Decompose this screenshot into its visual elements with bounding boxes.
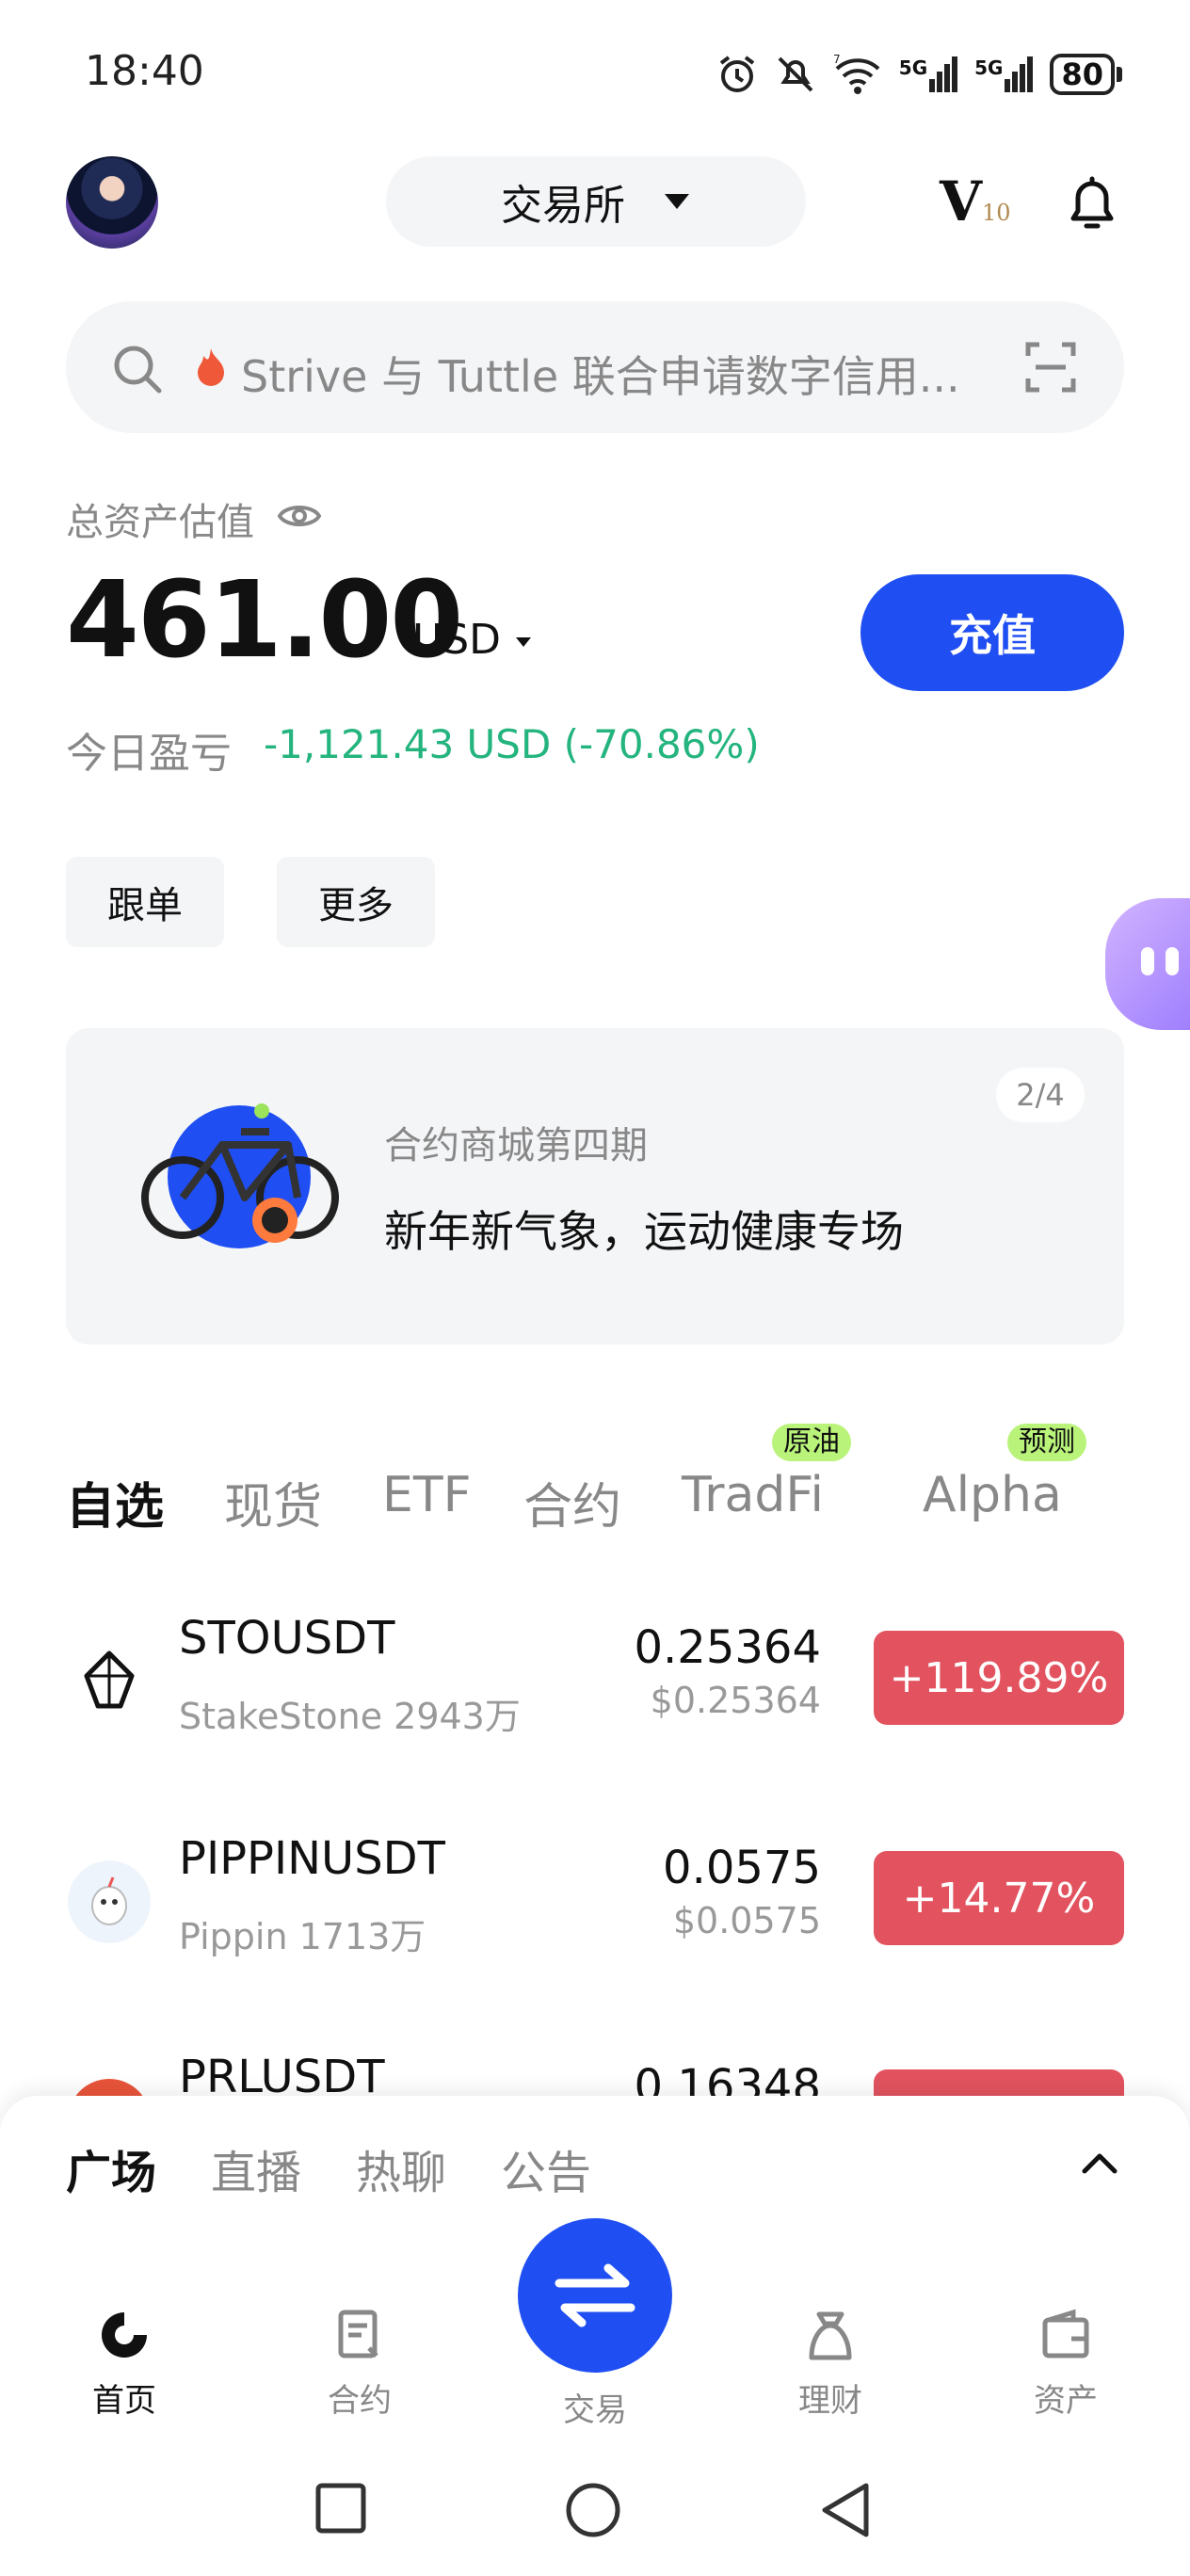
pippin-coin-icon [68,1860,151,1943]
scan-icon[interactable] [1024,341,1077,394]
banner-pager: 2/4 [996,1068,1085,1122]
market-row[interactable]: PIPPINUSDT Pippin 1713万 0.0575 $0.0575 +… [0,1821,1190,1981]
swap-arrows-icon [555,2263,635,2327]
home-circle-icon[interactable] [565,2482,621,2538]
wifi-icon: 7 [833,54,880,94]
row-change-badge[interactable]: +119.89% [874,1631,1124,1725]
stakestone-coin-icon [68,1640,151,1723]
nav-assets-label: 资产 [1034,2382,1098,2420]
nav-futures[interactable]: 合约 [284,2307,435,2421]
exchange-label: 交易所 [501,182,625,230]
alpha-badge: 预测 [1007,1424,1086,1461]
more-button[interactable]: 更多 [277,857,435,947]
row-symbol: PIPPINUSDT [179,1832,445,1885]
status-icons: 7 5G 5G 80 [716,51,1122,98]
banner-title: 新年新气象，运动健康专场 [384,1206,904,1257]
nav-home[interactable]: 首页 [49,2307,200,2421]
row-price-usd: $0.25364 [650,1680,821,1721]
nav-trade-label: 交易 [563,2391,627,2429]
row-price: 0.0575 [663,1842,821,1894]
caret-down-icon [665,194,689,209]
home-icon [102,2312,147,2358]
total-assets-value: 461.00 [66,559,463,682]
nav-earn[interactable]: 理财 [755,2307,906,2421]
market-row[interactable]: STOUSDT StakeStone 2943万 0.25364 $0.2536… [0,1601,1190,1761]
nav-earn-label: 理财 [798,2382,862,2420]
signal-5g-b: 5G [974,56,1034,92]
search-hint: Strive 与 Tuttle 联合申请数字信用... [241,351,960,402]
nav-futures-label: 合约 [328,2382,392,2420]
banner-subtitle: 合约商城第四期 [384,1124,648,1167]
bicycle-illustration [141,1103,339,1248]
earn-icon [809,2311,852,2360]
row-price-usd: $0.0575 [672,1900,821,1941]
pnl-label: 今日盈亏 [66,730,232,778]
svg-text:7: 7 [833,54,841,66]
feed-tab-live[interactable]: 直播 [211,2135,301,2201]
copy-trading-button[interactable]: 跟单 [66,857,224,947]
bell-icon[interactable] [1064,173,1120,233]
tab-favorites[interactable]: 自选 [66,1467,164,1538]
deposit-button[interactable]: 充值 [860,574,1124,691]
avatar[interactable] [66,156,158,249]
currency-label: USD [412,616,502,664]
mute-icon [778,56,813,92]
tab-futures[interactable]: 合约 [523,1467,621,1538]
nav-assets[interactable]: 资产 [990,2307,1141,2421]
eye-icon[interactable] [277,499,322,533]
recents-icon[interactable] [314,2482,367,2535]
alarm-icon [719,56,754,92]
row-symbol: STOUSDT [179,1612,395,1665]
feed-tab-chat[interactable]: 热聊 [356,2135,446,2201]
trade-button[interactable] [518,2218,672,2373]
status-time: 18:40 [85,47,204,95]
search-icon [114,346,162,394]
pnl-value: -1,121.43 USD (-70.86%) [264,721,760,767]
feed-tab-announcements[interactable]: 公告 [501,2135,591,2201]
row-change-badge[interactable]: +14.77% [874,1851,1124,1945]
total-assets-label: 总资产估值 [66,501,254,544]
tradfi-badge: 原油 [772,1424,851,1461]
currency-selector[interactable]: USD [412,616,533,664]
vip-level: 10 [982,200,1011,226]
tab-tradfi[interactable]: TradFi [682,1467,824,1523]
tab-etf[interactable]: ETF [382,1467,472,1523]
feed-tab-square[interactable]: 广场 [66,2135,156,2201]
tab-spot[interactable]: 现货 [224,1467,322,1538]
assistant-bubble[interactable] [1105,898,1190,1030]
tab-alpha[interactable]: Alpha [923,1467,1062,1523]
wallet-icon [1042,2309,1089,2359]
signal-5g-a: 5G [899,56,958,92]
back-icon[interactable] [819,2482,872,2538]
futures-icon [338,2310,378,2359]
nav-home-label: 首页 [92,2382,156,2420]
chevron-up-icon[interactable] [1081,2150,1118,2175]
vip-badge[interactable]: V10 [940,169,1011,233]
row-name-volume: StakeStone 2943万 [179,1696,521,1737]
caret-down-icon [516,637,532,647]
exchange-switcher[interactable]: 交易所 [386,156,806,247]
battery-indicator: 80 [1050,54,1122,95]
fire-icon [198,348,224,386]
row-name-volume: Pippin 1713万 [179,1916,426,1957]
row-price: 0.25364 [634,1621,822,1674]
vip-letter: V [940,169,983,233]
